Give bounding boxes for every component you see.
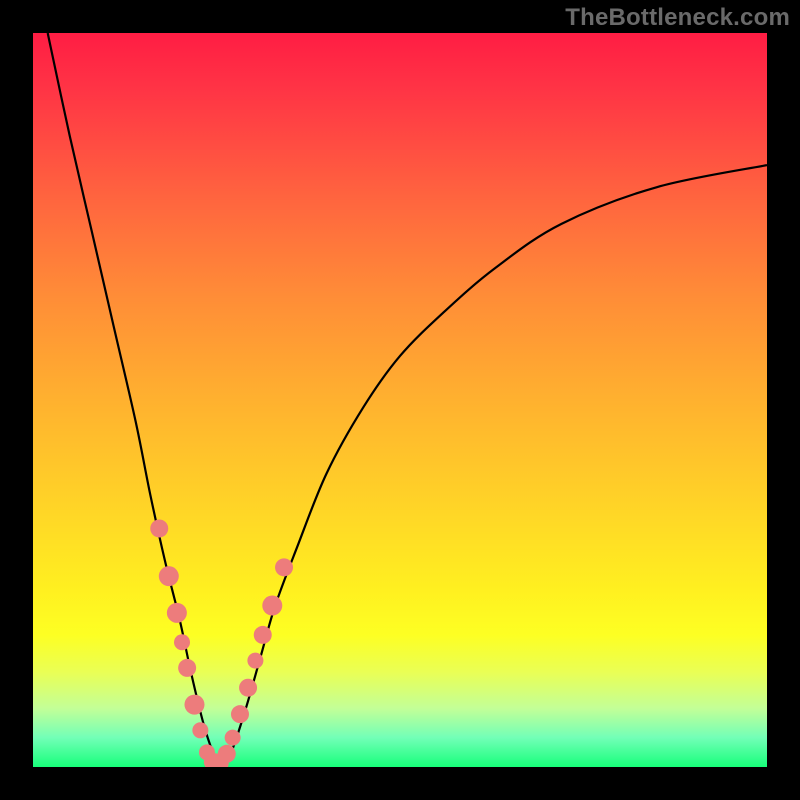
bead-group — [150, 519, 293, 767]
bead-marker — [184, 695, 204, 715]
bead-marker — [239, 679, 257, 697]
bead-marker — [192, 722, 208, 738]
bead-marker — [218, 745, 236, 763]
chart-frame: TheBottleneck.com — [0, 0, 800, 800]
bead-marker — [167, 603, 187, 623]
chart-svg — [33, 33, 767, 767]
bottleneck-curve — [48, 33, 767, 767]
bead-marker — [254, 626, 272, 644]
bead-marker — [231, 705, 249, 723]
bead-marker — [262, 596, 282, 616]
bead-marker — [275, 558, 293, 576]
bead-marker — [150, 519, 168, 537]
bead-marker — [247, 653, 263, 669]
bead-marker — [178, 659, 196, 677]
watermark-text: TheBottleneck.com — [565, 4, 790, 32]
bead-marker — [174, 634, 190, 650]
bead-marker — [159, 566, 179, 586]
bead-marker — [225, 730, 241, 746]
plot-area — [33, 33, 767, 767]
